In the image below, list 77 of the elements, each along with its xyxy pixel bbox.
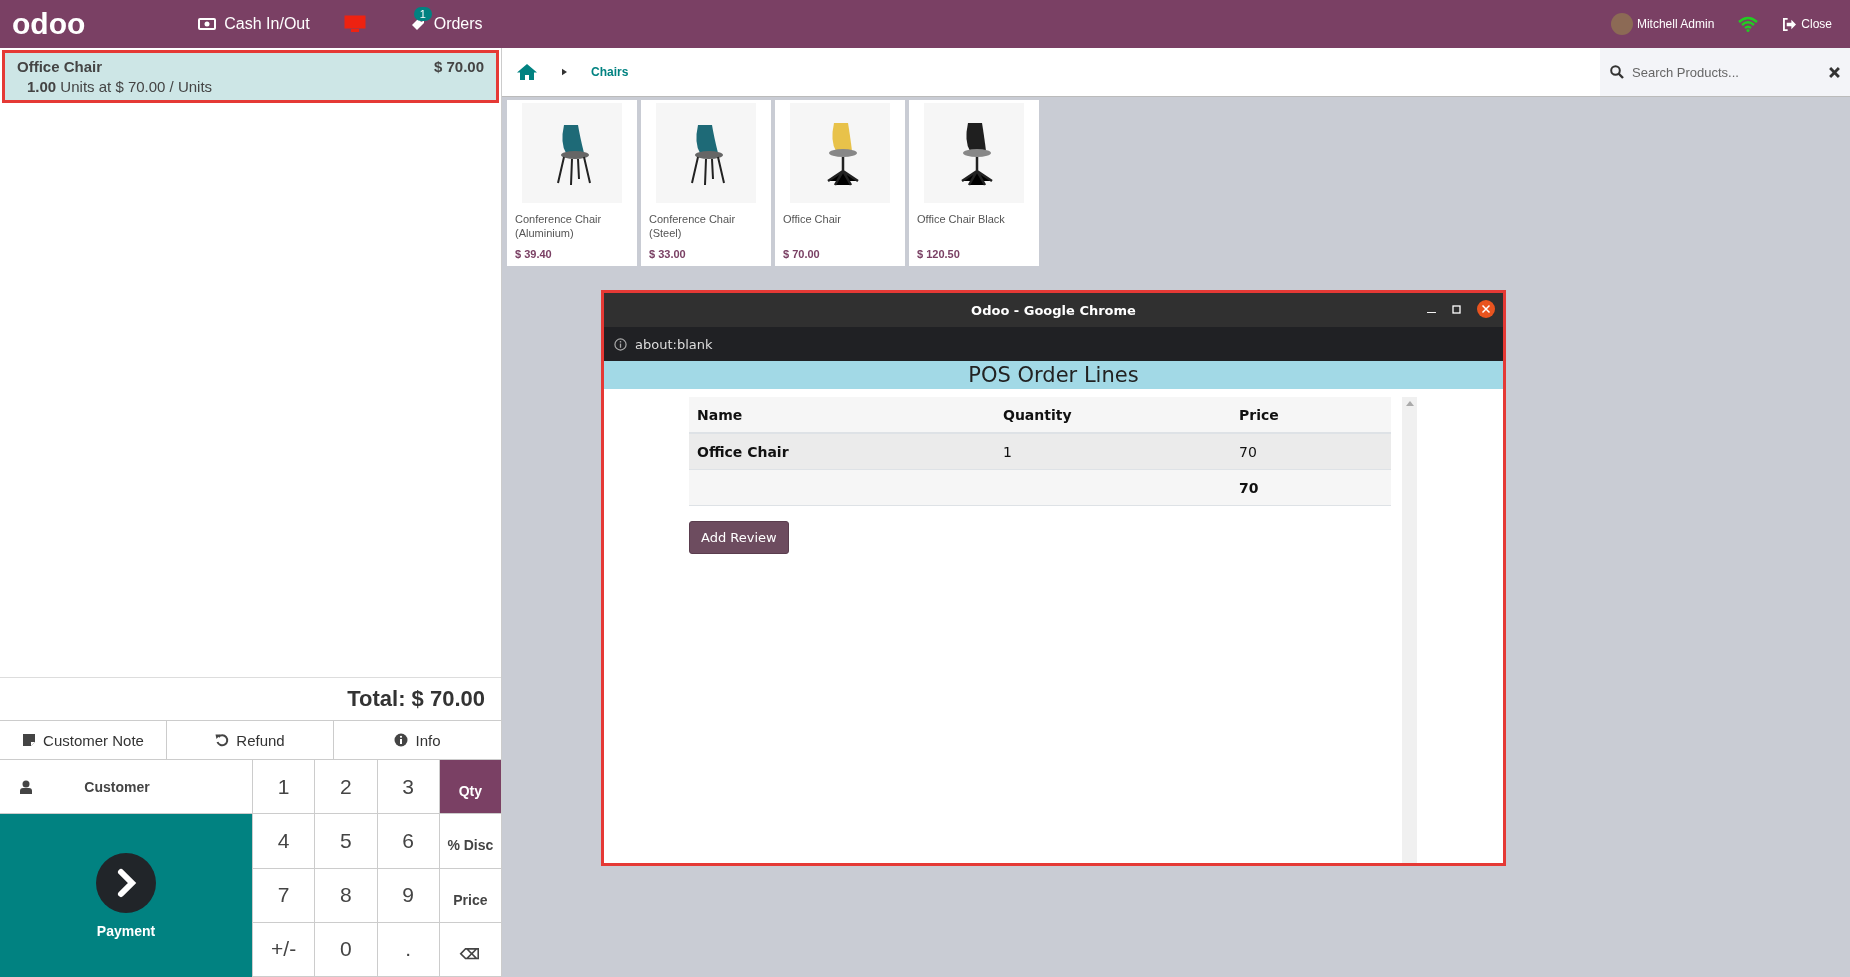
user-icon xyxy=(20,779,32,794)
product-card[interactable]: Office Chair Black $ 120.50 xyxy=(909,100,1039,266)
breadcrumb-link[interactable]: Chairs xyxy=(587,61,633,83)
cash-icon xyxy=(198,18,217,30)
payment-button[interactable]: Payment xyxy=(0,814,252,977)
product-card[interactable]: Office Chair $ 70.00 xyxy=(775,100,905,266)
numpad-key[interactable]: ⌫ xyxy=(438,922,501,977)
numpad-key[interactable]: 6 xyxy=(376,814,439,869)
table-cell: Office Chair xyxy=(689,433,995,470)
numpad-key[interactable]: 3 xyxy=(376,760,439,815)
add-review-button[interactable]: Add Review xyxy=(689,521,789,554)
numpad-key[interactable]: 8 xyxy=(314,868,377,923)
maximize-button[interactable] xyxy=(1452,304,1461,314)
table-cell: 1 xyxy=(995,433,1231,470)
quantity-detail: 1.00 Units at $ 70.00 / Units xyxy=(26,78,214,95)
product-price: $ 33.00 xyxy=(649,248,687,260)
product-card[interactable]: Conference Chair (Aluminium) $ 39.40 xyxy=(507,100,637,266)
search-icon xyxy=(1610,65,1624,79)
numpad-key[interactable]: 1 xyxy=(252,760,315,815)
numpad-key[interactable]: . xyxy=(376,922,439,977)
product-name: Office Chair xyxy=(783,212,842,227)
close-icon xyxy=(1477,300,1495,318)
clear-button[interactable] xyxy=(1829,66,1840,78)
search-bar[interactable]: Search Products... xyxy=(1600,48,1850,96)
info-icon xyxy=(614,337,627,351)
numpad-key[interactable]: 5 xyxy=(314,814,377,869)
home-button[interactable] xyxy=(516,63,538,81)
table-cell: 70 xyxy=(1231,433,1391,470)
numpad-key[interactable]: +/- xyxy=(252,922,315,977)
close-icon xyxy=(1829,66,1840,78)
up-arrow-icon xyxy=(1405,401,1414,406)
product-name: Conference Chair (Steel) xyxy=(649,212,737,241)
product-price: $ 120.50 xyxy=(917,248,961,260)
product-price: $ 70.00 xyxy=(783,248,821,260)
wifi-icon xyxy=(1738,16,1759,32)
total-cell: 70 xyxy=(1231,469,1391,506)
column-header: Price xyxy=(1231,397,1391,433)
logo: odoo xyxy=(12,9,86,39)
column-header: Quantity xyxy=(995,397,1231,433)
numpad-key[interactable]: Price xyxy=(438,868,501,923)
home-icon xyxy=(516,63,538,81)
column-header: Name xyxy=(689,397,995,433)
numpad-key[interactable]: 4 xyxy=(252,814,315,869)
caret-right-icon xyxy=(562,68,567,76)
avatar xyxy=(1610,13,1633,35)
info-icon xyxy=(394,733,409,747)
product-name: Conference Chair (Aluminium) xyxy=(515,212,603,241)
search-field[interactable]: Search Products... xyxy=(1630,63,1823,81)
minimize-icon xyxy=(1427,311,1436,313)
close-button[interactable]: Close xyxy=(1776,13,1838,35)
user-button[interactable]: Mitchell Admin xyxy=(1604,9,1721,39)
note-icon xyxy=(22,733,37,747)
numpad-key[interactable]: Qty xyxy=(438,760,501,815)
scrollbar[interactable] xyxy=(1402,397,1417,863)
sign-out-icon xyxy=(1782,17,1798,31)
close-button[interactable] xyxy=(1477,300,1495,318)
order-total: Total: $ 70.00 xyxy=(347,686,485,712)
cash-in-out-button[interactable]: Cash In/Out xyxy=(192,11,316,37)
product-price: $ 39.40 xyxy=(515,248,553,260)
window-title: Odoo - Google Chrome xyxy=(971,302,1136,318)
numpad-key[interactable]: % Disc xyxy=(438,814,501,869)
chevron-right-icon xyxy=(96,852,156,913)
line-price: $ 70.00 xyxy=(433,58,484,75)
minimize-button[interactable] xyxy=(1427,311,1436,313)
address-text: about:blank xyxy=(635,336,713,352)
numpad-key[interactable]: 2 xyxy=(314,760,377,815)
numpad-key[interactable]: 7 xyxy=(252,868,315,923)
numpad-key[interactable]: 9 xyxy=(376,868,439,923)
maximize-icon xyxy=(1452,304,1461,314)
monitor-icon xyxy=(343,15,366,33)
product-card[interactable]: Conference Chair (Steel) $ 33.00 xyxy=(641,100,771,266)
numpad-key[interactable]: 0 xyxy=(314,922,377,977)
product-name: Office Chair xyxy=(17,58,103,75)
product-name: Office Chair Black xyxy=(917,212,1006,227)
undo-icon xyxy=(215,733,230,747)
page-heading: POS Order Lines xyxy=(968,363,1139,387)
count-badge: 1 xyxy=(413,7,432,21)
